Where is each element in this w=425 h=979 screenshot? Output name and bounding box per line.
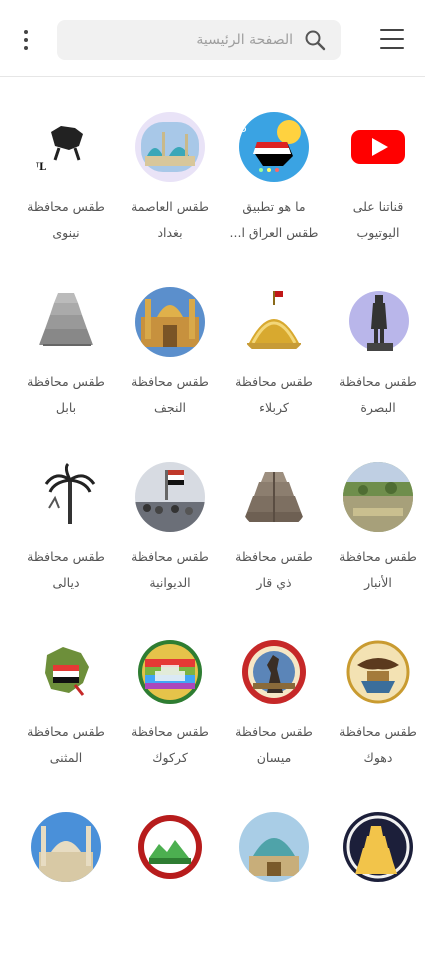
grid-item-app-info[interactable]: 15: ما هو تطبيق طقس العراق ا... — [222, 104, 326, 279]
spiral-minaret-icon — [343, 812, 413, 882]
grid-item-row5-3[interactable] — [118, 804, 222, 979]
grid-item-label: طقس محافظة ميسان — [235, 724, 313, 765]
grid-item-maysan[interactable]: طقس محافظة ميسان — [222, 629, 326, 804]
search-icon — [305, 30, 326, 51]
menu-icon[interactable] — [380, 29, 404, 49]
youtube-icon — [343, 112, 413, 182]
grid-item-label: طقس محافظة كركوك — [131, 724, 209, 765]
search-placeholder: الصفحة الرئيسية — [196, 32, 293, 48]
more-options-icon[interactable] — [14, 24, 38, 56]
mosul-logo-icon: MOSUL — [31, 112, 101, 182]
governorate-grid: قناتنا على اليوتيوب 15: ما هو تطبيق طقس … — [0, 104, 425, 979]
grid-item-row5-2[interactable] — [222, 804, 326, 979]
baghdad-mosque-icon — [135, 112, 205, 182]
grid-item-label: طقس محافظة دهوك — [339, 724, 417, 765]
najaf-shrine-icon — [135, 287, 205, 357]
grid-item-najaf[interactable]: طقس محافظة النجف — [118, 279, 222, 454]
grid-item-nineveh[interactable]: MOSUL طقس محافظة نينوى — [14, 104, 118, 279]
muthanna-map-icon — [31, 637, 101, 707]
grid-item-label: طقس محافظة البصرة — [339, 374, 417, 415]
mosque-icon — [31, 812, 101, 882]
golden-dome-icon — [239, 287, 309, 357]
grid-item-karbala[interactable]: طقس محافظة كربلاء — [222, 279, 326, 454]
grid-item-diyala[interactable]: طقس محافظة ديالى — [14, 454, 118, 629]
grid-item-dhi-qar[interactable]: طقس محافظة ذي قار — [222, 454, 326, 629]
grid-item-anbar[interactable]: طقس محافظة الأنبار — [326, 454, 425, 629]
anbar-landscape-icon — [343, 462, 413, 532]
kirkuk-emblem-icon — [135, 637, 205, 707]
grid-item-label: طقس محافظة الديوانية — [131, 549, 209, 590]
grid-item-baghdad[interactable]: طقس العاصمة بغداد — [118, 104, 222, 279]
grid-item-row5-4[interactable] — [14, 804, 118, 979]
grid-item-label: قناتنا على اليوتيوب — [352, 199, 404, 240]
grid-item-muthanna[interactable]: طقس محافظة المثنى — [14, 629, 118, 804]
blue-dome-icon — [239, 812, 309, 882]
grid-item-label: طقس العاصمة بغداد — [131, 199, 209, 240]
svg-text:15:: 15: — [239, 122, 247, 135]
grid-item-label: ما هو تطبيق طقس العراق ا... — [229, 199, 319, 240]
search-bar[interactable]: الصفحة الرئيسية — [57, 20, 341, 60]
emblem-icon — [135, 812, 205, 882]
ziggurat-icon — [239, 462, 309, 532]
svg-text:MOSUL: MOSUL — [31, 162, 46, 173]
grid-item-label: طقس محافظة نينوى — [27, 199, 105, 240]
grid-item-diwaniyah[interactable]: طقس محافظة الديوانية — [118, 454, 222, 629]
duhok-eagle-icon — [343, 637, 413, 707]
grid-item-label: طقس محافظة الأنبار — [339, 549, 417, 590]
grid-item-label: طقس محافظة النجف — [131, 374, 209, 415]
grid-item-babylon[interactable]: طقس محافظة بابل — [14, 279, 118, 454]
grid-item-duhok[interactable]: طقس محافظة دهوك — [326, 629, 425, 804]
grid-item-row5-1[interactable] — [326, 804, 425, 979]
grid-item-label: طقس محافظة المثنى — [27, 724, 105, 765]
iraq-weather-app-icon: 15: — [239, 112, 309, 182]
crowd-flag-icon — [135, 462, 205, 532]
palm-tree-icon — [31, 462, 101, 532]
babel-tower-icon — [31, 287, 101, 357]
grid-item-kirkuk[interactable]: طقس محافظة كركوك — [118, 629, 222, 804]
statue-icon — [343, 287, 413, 357]
grid-item-label: طقس محافظة بابل — [27, 374, 105, 415]
grid-item-youtube[interactable]: قناتنا على اليوتيوب — [326, 104, 425, 279]
grid-item-label: طقس محافظة ذي قار — [235, 549, 313, 590]
top-app-bar: الصفحة الرئيسية — [0, 0, 425, 77]
grid-item-label: طقس محافظة كربلاء — [235, 374, 313, 415]
maysan-emblem-icon — [239, 637, 309, 707]
grid-item-basra[interactable]: طقس محافظة البصرة — [326, 279, 425, 454]
grid-item-label: طقس محافظة ديالى — [27, 549, 105, 590]
